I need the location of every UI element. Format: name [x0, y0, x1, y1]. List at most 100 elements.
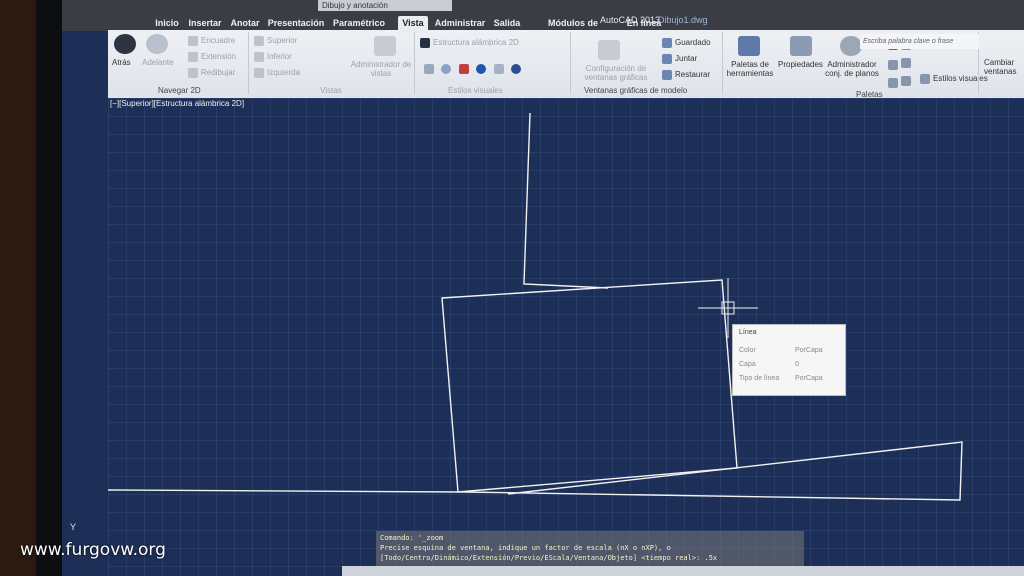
- panel-divider: [414, 32, 415, 94]
- switch-windows-button[interactable]: Cambiar ventanas: [984, 58, 1024, 76]
- palette-icon[interactable]: [901, 57, 911, 68]
- visual-style-dropdown[interactable]: Estructura alámbrica 2D: [420, 38, 519, 48]
- view-bottom-icon: [254, 52, 264, 62]
- tab-salida[interactable]: Salida: [492, 16, 522, 30]
- view-left-button[interactable]: Izquierda: [254, 68, 300, 78]
- wireframe-icon: [420, 38, 430, 48]
- zoom-extents-icon: [188, 52, 198, 62]
- viewport-join-button[interactable]: Juntar: [662, 54, 697, 64]
- viewport-restore-icon: [662, 70, 672, 80]
- palette-icon[interactable]: [888, 59, 898, 70]
- rollover-tooltip: Línea Color PorCapa Capa 0 Tipo de línea Po…: [732, 324, 846, 396]
- viewport-named-button[interactable]: Guardado: [662, 38, 711, 48]
- tab-presentacion[interactable]: Presentación: [266, 16, 326, 30]
- search-input[interactable]: Escriba palabra clave o frase: [860, 34, 979, 49]
- palette-icon[interactable]: [888, 77, 898, 88]
- back-button[interactable]: Atrás: [112, 58, 131, 67]
- view-top-icon: [254, 36, 264, 46]
- view-bottom-button[interactable]: Inferior: [254, 52, 292, 62]
- tooltip-value: PorCapa: [795, 347, 823, 354]
- swatch-icon[interactable]: [441, 63, 452, 74]
- swatch-icon[interactable]: [424, 63, 434, 74]
- redraw-button[interactable]: Redibujar: [188, 68, 235, 78]
- tooltip-key: Color: [739, 347, 756, 354]
- tooltip-value: PorCapa: [795, 375, 823, 382]
- properties-icon[interactable]: [790, 36, 812, 56]
- extents-label: Extensión: [201, 52, 237, 62]
- visual-style-swatches: [424, 60, 564, 74]
- tab-inicio[interactable]: Inicio: [152, 16, 182, 30]
- tooltip-title: Línea: [739, 329, 757, 336]
- viewport-controls-label[interactable]: [−][Superior][Estructura alámbrica 2D]: [110, 99, 244, 108]
- tab-vista[interactable]: Vista: [398, 16, 428, 33]
- ucs-y-label: Y: [70, 522, 77, 532]
- sheet-set-icon[interactable]: [840, 36, 862, 56]
- extents-button[interactable]: Extensión: [188, 52, 236, 62]
- panel-divider: [248, 32, 249, 94]
- forward-button[interactable]: Adelante: [142, 58, 174, 67]
- redraw-icon: [188, 68, 198, 78]
- panel-divider: [570, 32, 571, 94]
- tab-anotar[interactable]: Anotar: [228, 16, 262, 30]
- hand-icon: [188, 36, 198, 46]
- view-top-label: Superior: [267, 36, 298, 46]
- view-left-label: Izquierda: [267, 68, 300, 78]
- visual-styles-icon: [920, 74, 930, 84]
- signin-button[interactable]: Inicio: [982, 34, 1001, 43]
- drawing-canvas[interactable]: [108, 98, 1024, 576]
- viewport-config-button[interactable]: Configuración de ventanas gráficas: [576, 64, 656, 82]
- panel-title-nav2d: Navegar 2D: [158, 86, 201, 95]
- ucs-icon: Y: [70, 522, 76, 532]
- visual-styles-label: Estilos visuales: [933, 74, 988, 84]
- tool-palettes-icon[interactable]: [738, 36, 760, 56]
- ribbon: Inicio Insertar Anotar Presentación Para…: [108, 14, 1024, 99]
- workspace-selector[interactable]: Dibujo y anotación: [318, 0, 452, 11]
- swatch-icon[interactable]: [476, 63, 487, 74]
- swatch-icon[interactable]: [458, 63, 469, 74]
- panel-title-views: Vistas: [320, 86, 342, 95]
- redraw-label: Redibujar: [201, 68, 236, 78]
- view-manager-button[interactable]: Administrador de vistas: [346, 60, 416, 78]
- tool-palettes-button[interactable]: Paletas de herramientas: [720, 60, 780, 78]
- grid: [108, 98, 1024, 576]
- command-line: Precise esquina de ventana, indique un f…: [380, 544, 671, 552]
- back-arrow-icon[interactable]: [114, 34, 136, 54]
- viewport-restore-button[interactable]: Restaurar: [662, 70, 710, 80]
- viewport-config-icon[interactable]: [598, 40, 620, 60]
- viewport-join-icon: [662, 54, 672, 64]
- palette-icon[interactable]: [901, 75, 911, 86]
- visual-style-label: Estructura alámbrica 2D: [433, 38, 519, 48]
- view-top-button[interactable]: Superior: [254, 36, 297, 46]
- viewport-join-label: Juntar: [675, 54, 698, 64]
- panel-title-visual-styles: Estilos visuales: [448, 86, 503, 95]
- sheet-set-manager-button[interactable]: Administrador conj. de planos: [822, 60, 882, 78]
- watermark: www.furgovw.org: [20, 540, 166, 560]
- view-bottom-label: Inferior: [267, 52, 292, 62]
- autocad-window: Dibujo y anotación Inicio Insertar Anota…: [62, 0, 1024, 576]
- panel-title-viewports: Ventanas gráficas de modelo: [584, 86, 688, 95]
- file-title: Dibujo1.dwg: [658, 15, 708, 25]
- tab-insertar[interactable]: Insertar: [186, 16, 224, 30]
- app-title: AutoCAD 2013: [600, 15, 661, 25]
- properties-button[interactable]: Propiedades: [778, 60, 823, 69]
- tooltip-key: Capa: [739, 361, 756, 368]
- title-area: AutoCAD 2013 Dibujo1.dwg: [548, 14, 748, 26]
- swatch-icon[interactable]: [493, 63, 504, 74]
- command-input[interactable]: [342, 566, 1024, 576]
- command-line: Comando: '_zoom: [380, 534, 444, 542]
- pan-button[interactable]: Encuadre: [188, 36, 235, 46]
- viewport-named-label: Guardado: [675, 38, 711, 48]
- tooltip-value: 0: [795, 361, 799, 368]
- pan-label: Encuadre: [201, 36, 236, 46]
- viewport-named-icon: [662, 38, 672, 48]
- tooltip-row: Capa 0: [739, 361, 839, 368]
- forward-arrow-icon[interactable]: [146, 34, 168, 54]
- view-left-icon: [254, 68, 264, 78]
- command-line: [Todo/Centro/Dinámico/Extensión/Previo/E…: [380, 554, 718, 562]
- tab-parametrico[interactable]: Paramétrico: [330, 16, 388, 30]
- swatch-icon[interactable]: [511, 63, 522, 74]
- tab-administrar[interactable]: Administrar: [434, 16, 486, 30]
- tooltip-key: Tipo de línea: [739, 375, 780, 382]
- ribbon-tabs: Inicio Insertar Anotar Presentación Para…: [108, 14, 1024, 42]
- view-manager-icon[interactable]: [374, 36, 396, 56]
